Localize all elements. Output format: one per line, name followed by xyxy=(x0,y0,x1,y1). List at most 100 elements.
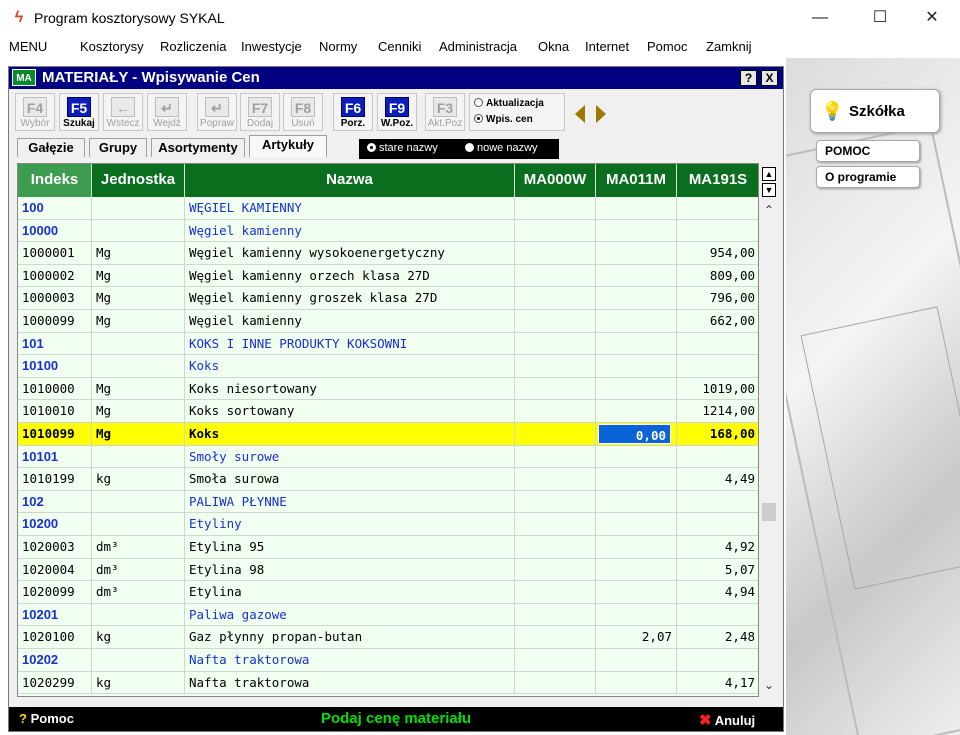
cell-jm[interactable]: Mg xyxy=(92,423,185,446)
table-row[interactable]: 1020099 dm³ Etylina 4,94 xyxy=(18,581,758,604)
cell-ma011m[interactable] xyxy=(596,649,677,672)
table-row[interactable]: 1020004 dm³ Etylina 98 5,07 xyxy=(18,558,758,582)
cell-nazwa[interactable]: Nafta traktorowa xyxy=(185,671,515,695)
cell-nazwa[interactable]: Węgiel kamienny xyxy=(185,310,515,333)
cell-nazwa[interactable]: Etylina 95 xyxy=(185,536,515,559)
sort-top-icon[interactable]: ▲ xyxy=(762,167,776,181)
grid-scrollbar[interactable]: ▲ ▼ ⌃ ⌄ xyxy=(759,163,779,697)
cell-indeks[interactable]: 10000 xyxy=(18,219,92,243)
menu-kosztorysy[interactable]: Kosztorysy xyxy=(80,39,144,54)
table-row[interactable]: 10100 Koks xyxy=(18,355,758,378)
cell-ma000w[interactable] xyxy=(515,581,596,604)
column-header-ma191s[interactable]: MA191S xyxy=(677,164,758,197)
cell-jm[interactable]: Mg xyxy=(92,287,185,310)
price-edit-input[interactable]: 0,00 xyxy=(598,424,671,444)
cell-nazwa[interactable]: Smoły surowe xyxy=(185,445,515,469)
cell-ma000w[interactable] xyxy=(515,400,596,423)
cell-indeks[interactable]: 1010099 xyxy=(18,423,92,446)
cell-nazwa[interactable]: Koks xyxy=(185,423,515,446)
cell-ma191s[interactable]: 809,00 xyxy=(677,265,758,288)
cell-nazwa[interactable]: Smoła surowa xyxy=(185,468,515,491)
sort-bottom-icon[interactable]: ▼ xyxy=(762,183,776,197)
minimize-button[interactable]: — xyxy=(800,6,840,30)
cell-indeks[interactable]: 1000003 xyxy=(18,287,92,310)
cell-nazwa[interactable]: Węgiel kamienny orzech klasa 27D xyxy=(185,264,515,288)
table-row[interactable]: 10101 Smoły surowe xyxy=(18,445,758,469)
table-row-selected[interactable]: 1010099 Mg Koks 0,00 168,00 xyxy=(18,423,758,446)
cell-ma191s[interactable]: 1019,00 xyxy=(677,378,758,401)
maximize-button[interactable]: ☐ xyxy=(860,6,900,30)
cell-ma000w[interactable] xyxy=(515,558,596,582)
cell-nazwa[interactable]: Węgiel kamienny groszek klasa 27D xyxy=(185,287,515,310)
menu-cenniki[interactable]: Cenniki xyxy=(378,39,421,54)
cell-ma191s[interactable] xyxy=(677,446,758,469)
cell-indeks[interactable]: 1020299 xyxy=(18,671,92,695)
o-programie-button[interactable]: O programie xyxy=(816,166,920,188)
szukaj-button[interactable]: F5 Szukaj xyxy=(59,93,99,131)
cell-ma000w[interactable] xyxy=(515,671,596,695)
table-row[interactable]: 10200 Etyliny xyxy=(18,513,758,536)
cell-nazwa[interactable]: Nafta traktorowa xyxy=(185,649,515,672)
column-header-nazwa[interactable]: Nazwa xyxy=(185,164,515,197)
cell-jm[interactable]: kg xyxy=(92,671,185,695)
menu-inwestycje[interactable]: Inwestycje xyxy=(241,39,302,54)
cell-ma191s[interactable]: 1214,00 xyxy=(677,400,758,423)
cell-ma011m[interactable] xyxy=(596,671,677,695)
cell-nazwa[interactable]: PALIWA PŁYNNE xyxy=(185,490,515,514)
cell-indeks[interactable]: 102 xyxy=(18,490,92,514)
menu-rozliczenia[interactable]: Rozliczenia xyxy=(160,39,226,54)
cell-nazwa[interactable]: Koks xyxy=(185,355,515,378)
column-header-jednostka[interactable]: Jednostka xyxy=(92,164,185,197)
cell-ma000w[interactable] xyxy=(515,536,596,559)
usun-button[interactable]: F8 Usuń xyxy=(283,93,323,131)
cell-ma000w[interactable] xyxy=(515,445,596,469)
table-row[interactable]: 102 PALIWA PŁYNNE xyxy=(18,490,758,514)
wybor-button[interactable]: F4 Wybór xyxy=(15,93,55,131)
cell-nazwa[interactable]: Węgiel kamienny wysokoenergetyczny xyxy=(185,242,515,265)
cell-ma000w[interactable] xyxy=(515,355,596,378)
cell-ma191s[interactable] xyxy=(677,333,758,356)
cell-nazwa[interactable]: Paliwa gazowe xyxy=(185,603,515,627)
tab-grupy[interactable]: Grupy xyxy=(89,138,147,157)
cell-ma011m[interactable] xyxy=(596,310,677,333)
table-row[interactable]: 1000001 Mg Węgiel kamienny wysokoenergetyc… xyxy=(18,242,758,265)
table-row[interactable]: 10201 Paliwa gazowe xyxy=(18,603,758,627)
cell-ma000w[interactable] xyxy=(515,513,596,536)
cell-ma191s[interactable] xyxy=(677,604,758,627)
cell-ma191s[interactable]: 4,49 xyxy=(677,468,758,491)
cell-ma191s[interactable] xyxy=(677,220,758,243)
table-row[interactable]: 101 KOKS I INNE PRODUKTY KOKSOWNI xyxy=(18,332,758,356)
cell-ma000w[interactable] xyxy=(515,332,596,356)
cell-indeks[interactable]: 10200 xyxy=(18,513,92,536)
cell-ma000w[interactable] xyxy=(515,264,596,288)
next-arrow-button[interactable] xyxy=(591,93,609,131)
tab-galezie[interactable]: Gałęzie xyxy=(17,138,85,157)
pomoc-button[interactable]: POMOC xyxy=(816,140,920,162)
cell-ma191s[interactable]: 4,94 xyxy=(677,581,758,604)
cell-ma011m[interactable] xyxy=(596,468,677,491)
menu-menu[interactable]: MENU xyxy=(9,39,47,54)
table-row[interactable]: 1010199 kg Smoła surowa 4,49 xyxy=(18,468,758,491)
cell-indeks[interactable]: 1010000 xyxy=(18,377,92,401)
column-header-ma011m[interactable]: MA011M xyxy=(596,164,677,197)
cell-jm[interactable]: dm³ xyxy=(92,581,185,604)
cell-indeks[interactable]: 10100 xyxy=(18,355,92,378)
tab-asortymenty[interactable]: Asortymenty xyxy=(151,138,245,157)
table-row[interactable]: 1000003 Mg Węgiel kamienny groszek klasa 2… xyxy=(18,287,758,310)
cell-ma000w[interactable] xyxy=(515,490,596,514)
cell-nazwa[interactable]: Etylina xyxy=(185,581,515,604)
cell-indeks[interactable]: 1010010 xyxy=(18,400,92,423)
cell-ma000w[interactable] xyxy=(515,603,596,627)
aktpoz-button[interactable]: F3 Akt.Poz xyxy=(425,93,465,131)
cell-nazwa[interactable]: Węgiel kamienny xyxy=(185,219,515,243)
cell-jm[interactable] xyxy=(92,513,185,536)
cell-indeks[interactable]: 1020003 xyxy=(18,536,92,559)
cell-ma191s[interactable] xyxy=(677,197,758,220)
cell-ma011m[interactable] xyxy=(596,197,677,220)
close-window-button[interactable]: ✕ xyxy=(912,6,952,30)
cell-ma000w[interactable] xyxy=(515,649,596,672)
cell-ma191s[interactable]: 4,92 xyxy=(677,536,758,559)
cell-ma011m[interactable]: 0,00 xyxy=(596,423,677,446)
cell-jm[interactable] xyxy=(92,219,185,243)
stare-nazwy-radio[interactable]: stare nazwy xyxy=(367,142,438,154)
